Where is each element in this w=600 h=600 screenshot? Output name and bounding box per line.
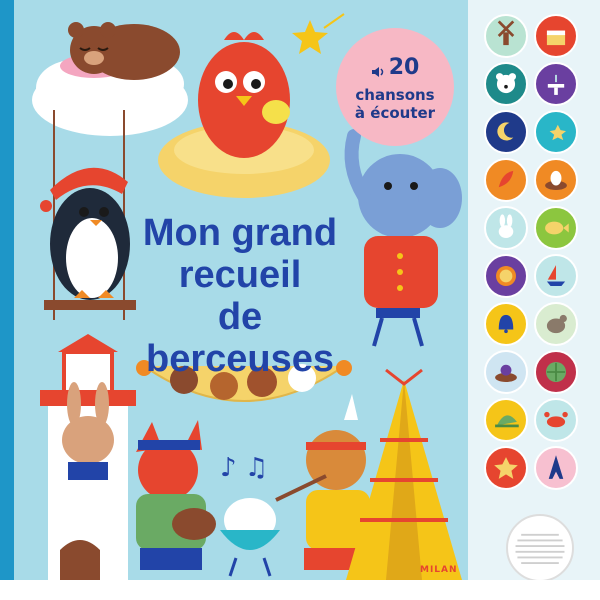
sound-button-hat[interactable] (484, 398, 528, 442)
elephant-illustration (344, 129, 462, 347)
moon-icon (497, 122, 514, 141)
sound-button-bird-nest[interactable] (484, 350, 528, 394)
polar-bear-icon (496, 73, 516, 94)
sailboat-icon (546, 265, 566, 286)
book-title: Mon grand recueil de berceuses (120, 212, 360, 380)
sound-button-star[interactable] (484, 446, 528, 490)
sound-button-eiffel-tower[interactable] (534, 446, 578, 490)
shooting-star-icon (549, 124, 566, 141)
sound-button-lion[interactable] (484, 254, 528, 298)
speaker-grille-icon (506, 514, 574, 582)
sound-button-bunny[interactable] (484, 206, 528, 250)
badge-line-1: chansons (355, 86, 435, 104)
sound-button-windmill[interactable] (484, 14, 528, 58)
publisher-logo: MILAN (420, 565, 458, 575)
sound-button-polar-bear[interactable] (484, 62, 528, 106)
feather-icon (498, 170, 514, 188)
title-line-3: de berceuses (145, 296, 334, 380)
sound-button-fountain[interactable] (534, 62, 578, 106)
sound-button-crab[interactable] (534, 398, 578, 442)
title-line-1: Mon grand (142, 212, 338, 254)
book-cover: ♪ ♫ 20 chansons à écouter Mon grand recu… (0, 0, 600, 600)
bunny-icon (498, 214, 514, 238)
crab-icon (544, 411, 568, 428)
music-notes-decoration: ♪ ♫ (220, 453, 268, 483)
cabbage-icon (546, 362, 566, 382)
fish-icon (545, 221, 569, 235)
sound-button-bell[interactable] (484, 302, 528, 346)
cradle-illustration (220, 498, 280, 577)
sound-button-sailboat[interactable] (534, 254, 578, 298)
song-count: 20 (388, 54, 420, 80)
sound-button-moon[interactable] (484, 110, 528, 154)
egg-nest-icon (545, 170, 567, 190)
cake-icon (546, 30, 566, 46)
sound-button-cabbage[interactable] (534, 350, 578, 394)
book-spine (0, 0, 14, 580)
eiffel-tower-icon (548, 455, 564, 479)
bell-icon (498, 314, 514, 334)
hen-illustration (158, 32, 330, 198)
title-line-2: recueil (178, 254, 302, 296)
sound-button-egg-nest[interactable] (534, 158, 578, 202)
teepee-illustration (346, 368, 462, 580)
badge-line-2: à écouter (354, 104, 436, 122)
sound-button-fish[interactable] (534, 206, 578, 250)
fountain-icon (547, 74, 565, 95)
sound-button-hen[interactable] (534, 302, 578, 346)
star-icon (494, 457, 518, 479)
hen-icon (546, 314, 567, 334)
sound-button-shooting-star[interactable] (534, 110, 578, 154)
sound-button-cake[interactable] (534, 14, 578, 58)
star-decoration (292, 20, 328, 54)
speaker-icon (371, 60, 385, 77)
song-count-badge: 20 chansons à écouter (336, 28, 454, 146)
page-bottom-edge (0, 580, 600, 600)
sound-button-feather[interactable] (484, 158, 528, 202)
fox-musician-illustration (136, 420, 216, 570)
bird-nest-icon (495, 364, 517, 382)
hat-icon (495, 415, 519, 428)
windmill-icon (497, 20, 515, 46)
lion-icon (496, 266, 516, 286)
